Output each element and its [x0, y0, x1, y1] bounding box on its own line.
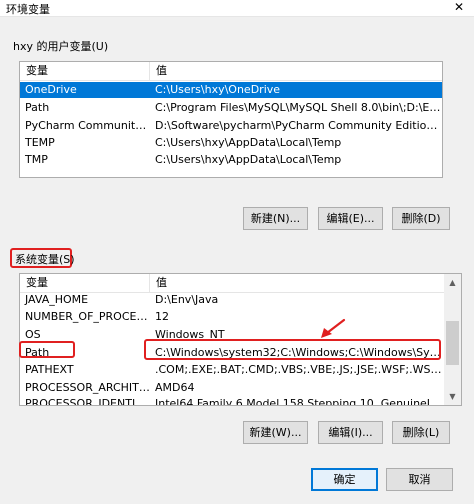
system-row-name: PROCESSOR_IDENTIFIER — [25, 397, 150, 406]
user-row-path[interactable]: Path C:\Program Files\MySQL\MySQL Shell … — [20, 100, 442, 116]
system-row-name: PATHEXT — [25, 363, 74, 376]
system-row-value: D:\Env\Java — [155, 293, 219, 306]
user-row-onedrive[interactable]: OneDrive C:\Users\hxy\OneDrive — [20, 82, 442, 98]
user-row-pycharm[interactable]: PyCharm Community Editi... D:\Software\p… — [20, 118, 442, 134]
user-row-value: C:\Users\hxy\OneDrive — [155, 83, 281, 96]
scrollbar-thumb[interactable] — [446, 321, 459, 365]
system-row-processor-architecture[interactable]: PROCESSOR_ARCHITECT... AMD64 — [20, 380, 444, 396]
system-new-button[interactable]: 新建(W)... — [243, 421, 308, 444]
system-list-scrollbar[interactable]: ▲ ▼ — [444, 274, 461, 405]
cancel-button[interactable]: 取消 — [386, 468, 453, 491]
user-row-name: OneDrive — [25, 83, 77, 96]
system-list-header: 变量 值 — [20, 274, 445, 293]
user-row-name: Path — [25, 101, 50, 114]
system-row-number-of-processors[interactable]: NUMBER_OF_PROCESSORS 12 — [20, 309, 444, 325]
user-row-value: C:\Program Files\MySQL\MySQL Shell 8.0\b… — [155, 101, 442, 114]
user-row-name: PyCharm Community Editi... — [25, 119, 150, 132]
user-variables-label: hxy 的用户变量(U) — [13, 40, 109, 53]
annotation-arrow-icon — [321, 318, 346, 338]
system-row-pathext[interactable]: PATHEXT .COM;.EXE;.BAT;.CMD;.VBS;.VBE;.J… — [20, 362, 444, 378]
system-delete-button[interactable]: 删除(L) — [392, 421, 450, 444]
environment-variables-dialog: hxy 的用户变量(U) 变量 值 OneDrive C:\Users\hxy\… — [0, 17, 474, 504]
user-delete-button[interactable]: 删除(D) — [392, 207, 450, 230]
user-row-tmp[interactable]: TMP C:\Users\hxy\AppData\Local\Temp — [20, 152, 442, 168]
scroll-up-icon[interactable]: ▲ — [444, 274, 461, 291]
user-edit-button[interactable]: 编辑(E)... — [318, 207, 383, 230]
ok-button[interactable]: 确定 — [311, 468, 378, 491]
system-edit-button[interactable]: 编辑(I)... — [318, 421, 383, 444]
system-header-value[interactable]: 值 — [150, 274, 445, 293]
system-row-java-home[interactable]: JAVA_HOME D:\Env\Java — [20, 292, 444, 308]
close-icon[interactable]: ✕ — [446, 0, 472, 16]
user-header-value[interactable]: 值 — [150, 62, 442, 81]
system-header-variable[interactable]: 变量 — [20, 274, 150, 293]
system-row-value: .COM;.EXE;.BAT;.CMD;.VBS;.VBE;.JS;.JSE;.… — [155, 363, 444, 376]
user-row-value: D:\Software\pycharm\PyCharm Community Ed… — [155, 119, 442, 132]
system-row-value: AMD64 — [155, 381, 195, 394]
system-row-processor-identifier[interactable]: PROCESSOR_IDENTIFIER Intel64 Family 6 Mo… — [20, 396, 444, 406]
user-header-variable[interactable]: 变量 — [20, 62, 150, 81]
user-row-value: C:\Users\hxy\AppData\Local\Temp — [155, 136, 342, 149]
scroll-down-icon[interactable]: ▼ — [444, 388, 461, 405]
system-variables-label: 系统变量(S) — [15, 253, 75, 266]
system-row-value: Intel64 Family 6 Model 158 Stepping 10, … — [155, 397, 444, 406]
annotation-highlight-path-name — [19, 341, 75, 358]
system-row-value: 12 — [155, 310, 169, 323]
user-row-name: TMP — [25, 153, 48, 166]
annotation-highlight-path-value — [144, 339, 441, 360]
system-row-name: JAVA_HOME — [25, 293, 89, 306]
system-row-name: NUMBER_OF_PROCESSORS — [25, 310, 150, 323]
user-variables-list[interactable]: 变量 值 OneDrive C:\Users\hxy\OneDrive Path… — [19, 61, 443, 178]
system-row-name: PROCESSOR_ARCHITECT... — [25, 381, 150, 394]
user-new-button[interactable]: 新建(N)... — [243, 207, 308, 230]
title-bar: 环境变量 ✕ — [0, 0, 474, 17]
user-list-header: 变量 值 — [20, 62, 442, 81]
user-row-temp[interactable]: TEMP C:\Users\hxy\AppData\Local\Temp — [20, 135, 442, 151]
user-row-name: TEMP — [25, 136, 55, 149]
user-row-value: C:\Users\hxy\AppData\Local\Temp — [155, 153, 342, 166]
window-title: 环境变量 — [6, 3, 50, 16]
